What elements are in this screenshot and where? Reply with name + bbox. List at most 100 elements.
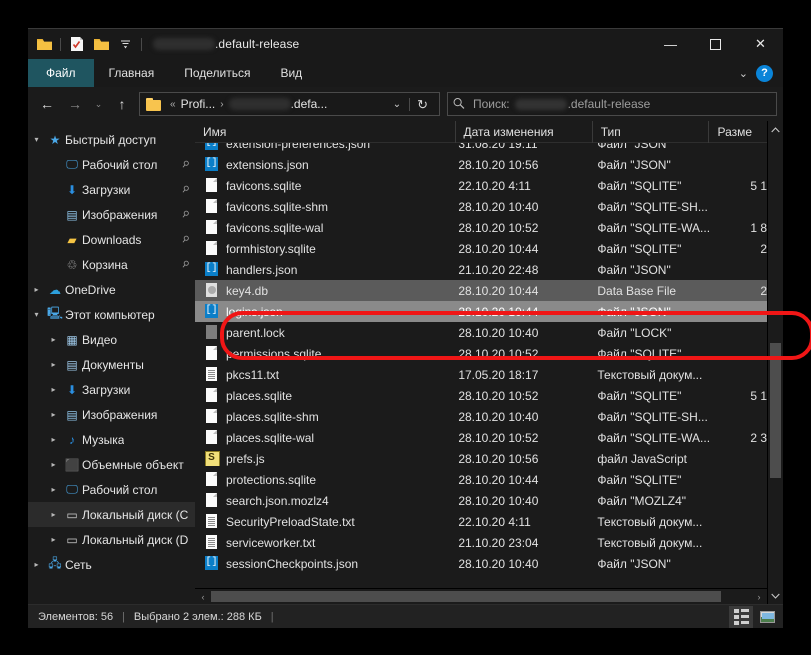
help-icon[interactable]: ? xyxy=(756,64,773,82)
file-name-cell: permissions.sqlite xyxy=(195,346,458,361)
expander-icon[interactable]: ▸ xyxy=(28,285,45,294)
sidebar-item-7[interactable]: ▾ 🖳 Этот компьютер xyxy=(28,302,195,327)
expander-icon[interactable]: ▸ xyxy=(45,385,62,394)
table-row[interactable]: sessionCheckpoints.json 28.10.20 10:40 Фай… xyxy=(195,553,767,574)
table-row[interactable]: formhistory.sqlite 28.10.20 10:44 Файл "SQ… xyxy=(195,238,767,259)
sidebar-item-10[interactable]: ▸ ⬇ Загрузки xyxy=(28,377,195,402)
customize-dropdown-icon[interactable] xyxy=(114,33,136,55)
expander-icon[interactable]: ▸ xyxy=(45,485,62,494)
close-button[interactable]: ✕ xyxy=(738,29,783,59)
expander-icon[interactable]: ▾ xyxy=(28,135,45,144)
table-row[interactable]: favicons.sqlite-shm 28.10.20 10:40 Файл "S… xyxy=(195,196,767,217)
sidebar-item-5[interactable]: ♲ Корзина ⚲ xyxy=(28,252,195,277)
sidebar-item-1[interactable]: 🖵 Рабочий стол ⚲ xyxy=(28,152,195,177)
chevron-down-icon[interactable]: ⌄ xyxy=(739,67,748,80)
expander-icon[interactable]: ▸ xyxy=(45,535,62,544)
back-button[interactable]: ← xyxy=(34,91,60,117)
expander-icon[interactable]: ▸ xyxy=(45,360,62,369)
table-row[interactable]: prefs.js 28.10.20 10:56 файл JavaScript xyxy=(195,448,767,469)
sidebar-item-0[interactable]: ▾ ★ Быстрый доступ xyxy=(28,127,195,152)
tab-share[interactable]: Поделиться xyxy=(169,59,265,87)
table-row[interactable]: extensions.json 28.10.20 10:56 Файл "JSON" xyxy=(195,154,767,175)
table-row[interactable]: favicons.sqlite-wal 28.10.20 10:52 Файл "S… xyxy=(195,217,767,238)
file-type-cell: Файл "SQLITE-SH... xyxy=(597,199,708,214)
table-row[interactable]: places.sqlite 28.10.20 10:52 Файл "SQLITE"… xyxy=(195,385,767,406)
sidebar-item-14[interactable]: ▸ 🖵 Рабочий стол xyxy=(28,477,195,502)
sidebar-item-8[interactable]: ▸ ▦ Видео xyxy=(28,327,195,352)
expander-icon[interactable]: ▸ xyxy=(28,560,45,569)
sidebar-item-4[interactable]: ▰ Downloads ⚲ xyxy=(28,227,195,252)
forward-button[interactable]: → xyxy=(62,91,88,117)
table-row[interactable]: places.sqlite-shm 28.10.20 10:40 Файл "SQL… xyxy=(195,406,767,427)
table-row[interactable]: permissions.sqlite 28.10.20 10:52 Файл "SQ… xyxy=(195,343,767,364)
breadcrumb-segment-profile[interactable]: .defa... xyxy=(291,97,328,111)
pin-icon[interactable]: ⚲ xyxy=(180,158,191,171)
breadcrumb-dropdown-icon[interactable]: ⌄ xyxy=(383,99,409,110)
expander-icon[interactable]: ▾ xyxy=(28,310,45,319)
expander-icon[interactable]: ▸ xyxy=(45,335,62,344)
table-row[interactable]: search.json.mozlz4 28.10.20 10:40 Файл "MO… xyxy=(195,490,767,511)
sidebar-item-6[interactable]: ▸ ☁ OneDrive xyxy=(28,277,195,302)
file-list-pane: Имя Дата изменения Тип Разме extension-p… xyxy=(195,120,767,604)
maximize-button[interactable] xyxy=(693,29,738,59)
sidebar-item-11[interactable]: ▸ ▤ Изображения xyxy=(28,402,195,427)
sidebar-item-2[interactable]: ⬇ Загрузки ⚲ xyxy=(28,177,195,202)
tab-home[interactable]: Главная xyxy=(94,59,170,87)
expander-icon[interactable]: ▸ xyxy=(45,410,62,419)
minimize-button[interactable]: — xyxy=(648,29,693,59)
properties-icon[interactable] xyxy=(66,33,88,55)
pin-icon[interactable]: ⚲ xyxy=(180,233,191,246)
breadcrumb-overflow-icon[interactable]: « xyxy=(165,99,181,110)
table-row[interactable]: handlers.json 21.10.20 22:48 Файл "JSON" xyxy=(195,259,767,280)
sidebar-item-12[interactable]: ▸ ♪ Музыка xyxy=(28,427,195,452)
pin-icon[interactable]: ⚲ xyxy=(180,258,191,271)
scroll-right-icon[interactable]: › xyxy=(751,592,767,602)
sidebar-item-13[interactable]: ▸ ⬛ Объемные объект xyxy=(28,452,195,477)
tab-file[interactable]: Файл xyxy=(28,59,94,87)
scroll-up-icon[interactable] xyxy=(768,121,783,138)
scroll-left-icon[interactable]: ‹ xyxy=(195,592,211,602)
sidebar-item-16[interactable]: ▸ ▭ Локальный диск (D xyxy=(28,527,195,552)
table-row[interactable]: key4.db 28.10.20 10:44 Data Base File 2 xyxy=(195,280,767,301)
table-row[interactable]: favicons.sqlite 22.10.20 4:11 Файл "SQLITE… xyxy=(195,175,767,196)
large-icons-view-icon[interactable] xyxy=(755,606,779,628)
expander-icon[interactable]: ▸ xyxy=(45,435,62,444)
table-row[interactable]: logins.json 28.10.20 10:44 Файл "JSON" xyxy=(195,301,767,322)
new-folder-icon[interactable] xyxy=(90,33,112,55)
breadcrumb[interactable]: « Profi... › .defa... ⌄ ↻ xyxy=(139,92,440,116)
details-view-icon[interactable] xyxy=(729,606,753,628)
up-button[interactable]: ↑ xyxy=(109,91,135,117)
table-row[interactable]: SecurityPreloadState.txt 22.10.20 4:11 Тек… xyxy=(195,511,767,532)
horizontal-scrollbar[interactable]: ‹ › xyxy=(195,588,767,604)
sidebar-item-9[interactable]: ▸ ▤ Документы xyxy=(28,352,195,377)
expander-icon[interactable]: ▸ xyxy=(45,510,62,519)
column-header-size[interactable]: Разме xyxy=(708,120,767,143)
refresh-icon[interactable]: ↻ xyxy=(409,97,435,111)
scroll-down-icon[interactable] xyxy=(768,587,783,604)
table-row[interactable]: places.sqlite-wal 28.10.20 10:52 Файл "SQL… xyxy=(195,427,767,448)
table-row[interactable]: parent.lock 28.10.20 10:40 Файл "LOCK" xyxy=(195,322,767,343)
recent-locations-icon[interactable]: ⌄ xyxy=(90,91,107,117)
sidebar-item-3[interactable]: ▤ Изображения ⚲ xyxy=(28,202,195,227)
vertical-scroll-track[interactable] xyxy=(768,138,783,587)
sidebar-item-17[interactable]: ▸ 🖧 Сеть xyxy=(28,552,195,577)
folder-icon[interactable] xyxy=(33,33,55,55)
column-header-type[interactable]: Тип xyxy=(591,120,709,143)
table-row[interactable]: serviceworker.txt 21.10.20 23:04 Текстовый… xyxy=(195,532,767,553)
breadcrumb-segment-profiles[interactable]: Profi... xyxy=(181,97,216,111)
vertical-scroll-thumb[interactable] xyxy=(770,343,781,478)
column-header-name[interactable]: Имя xyxy=(195,121,455,143)
sidebar-item-15[interactable]: ▸ ▭ Локальный диск (C xyxy=(28,502,195,527)
horizontal-scroll-thumb[interactable] xyxy=(211,591,721,602)
table-row[interactable]: protections.sqlite 28.10.20 10:44 Файл "SQ… xyxy=(195,469,767,490)
pin-icon[interactable]: ⚲ xyxy=(180,183,191,196)
search-input[interactable]: Поиск: .default-release xyxy=(447,92,777,116)
pin-icon[interactable]: ⚲ xyxy=(180,208,191,221)
horizontal-scroll-track[interactable] xyxy=(211,589,751,604)
vertical-scrollbar[interactable] xyxy=(767,121,783,604)
table-row[interactable]: extension-preferences.json 31.08.20 19:11… xyxy=(195,143,767,154)
expander-icon[interactable]: ▸ xyxy=(45,460,62,469)
table-row[interactable]: pkcs11.txt 17.05.20 18:17 Текстовый докум.… xyxy=(195,364,767,385)
column-header-date[interactable]: Дата изменения xyxy=(454,120,592,143)
tab-view[interactable]: Вид xyxy=(265,59,317,87)
